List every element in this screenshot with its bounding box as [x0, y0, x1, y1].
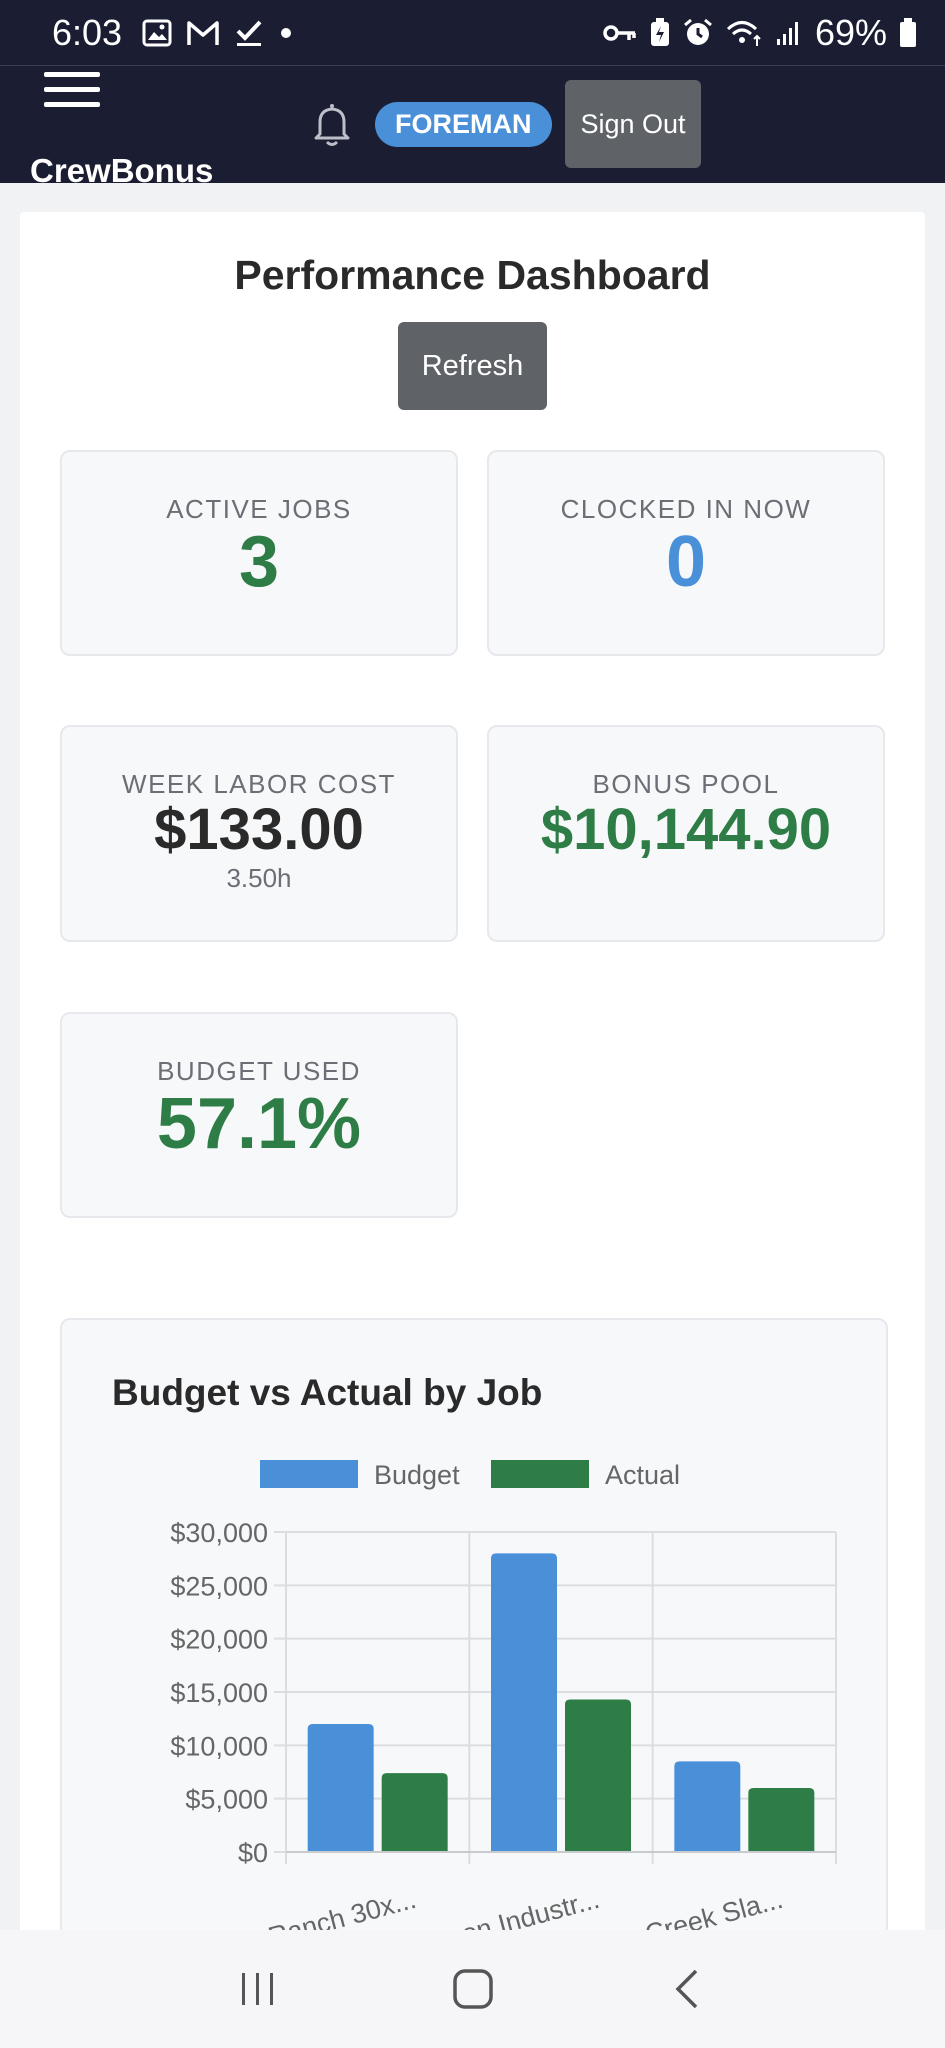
stat-budget-used: BUDGET USED 57.1%	[60, 1012, 458, 1218]
stat-active-jobs: ACTIVE JOBS 3	[60, 450, 458, 656]
stat-week-labor-cost: WEEK LABOR COST $133.00 3.50h	[60, 725, 458, 942]
y-tick-label: $30,000	[170, 1518, 268, 1548]
bar-actual	[565, 1699, 631, 1852]
role-badge: FOREMAN	[375, 102, 552, 147]
status-bar: 6:03 69%	[0, 0, 945, 66]
alarm-icon	[683, 18, 713, 48]
battery-icon	[899, 17, 917, 48]
app-header: CrewBonus FOREMAN Sign Out	[0, 66, 945, 189]
stat-hours: 3.50h	[226, 862, 292, 893]
y-tick-label: $20,000	[170, 1625, 268, 1655]
stat-value: $10,144.90	[540, 797, 832, 862]
battery-percent: 69%	[814, 11, 887, 53]
y-tick-label: $10,000	[170, 1731, 268, 1761]
menu-icon[interactable]	[44, 68, 100, 112]
bar-actual	[381, 1773, 448, 1852]
y-tick-label: $0	[238, 1838, 268, 1868]
page-title: Performance Dashboard	[234, 252, 711, 298]
check-icon	[234, 18, 264, 48]
image-icon	[142, 18, 172, 48]
wifi-icon	[725, 18, 763, 48]
back-icon[interactable]	[648, 1959, 728, 2019]
battery-saver-icon	[649, 17, 671, 48]
y-tick-label: $5,000	[185, 1785, 268, 1815]
gmail-icon	[186, 19, 220, 47]
stat-clocked-in: CLOCKED IN NOW 0	[487, 450, 885, 656]
home-icon[interactable]	[433, 1959, 513, 2019]
recent-apps-icon[interactable]	[218, 1959, 298, 2019]
legend-label: Actual	[605, 1460, 680, 1490]
bar-budget	[307, 1724, 374, 1852]
legend-swatch	[491, 1460, 589, 1488]
system-nav-bar	[0, 1930, 945, 2048]
bar-budget	[491, 1553, 557, 1852]
dot-icon	[278, 25, 294, 41]
stat-label: WEEK LABOR COST	[122, 769, 396, 799]
sign-out-button[interactable]: Sign Out	[565, 80, 701, 168]
budget-vs-actual-chart: Budget Actual $30,000 $25,000 $20,000 $15,000…	[170, 1460, 837, 1960]
stat-label: ACTIVE JOBS	[166, 494, 352, 524]
chart-card: Budget vs Actual by Job Budget Actual $30,…	[60, 1318, 888, 1960]
legend-swatch	[260, 1460, 358, 1488]
stat-value: 57.1%	[156, 1084, 362, 1164]
status-time: 6:03	[52, 11, 123, 53]
brand-name[interactable]: CrewBonus	[30, 152, 213, 190]
stat-value: 3	[238, 522, 280, 602]
legend-label: Budget	[374, 1460, 460, 1490]
bell-icon[interactable]	[308, 100, 356, 148]
signal-icon	[775, 19, 803, 47]
stat-label: BUDGET USED	[157, 1056, 361, 1086]
stat-label: CLOCKED IN NOW	[560, 494, 812, 524]
refresh-button[interactable]: Refresh	[398, 322, 547, 410]
bar-actual	[748, 1788, 815, 1852]
y-tick-label: $25,000	[170, 1571, 268, 1601]
stat-value: 0	[665, 522, 707, 602]
stat-value: $133.00	[154, 797, 364, 862]
key-icon	[603, 22, 637, 44]
stat-label: BONUS POOL	[592, 769, 780, 799]
stat-bonus-pool: BONUS POOL $10,144.90	[487, 725, 885, 942]
y-tick-label: $15,000	[170, 1678, 268, 1708]
bar-budget	[674, 1761, 741, 1852]
dashboard-card: Performance Dashboard Refresh ACTIVE JOB…	[20, 212, 925, 2048]
